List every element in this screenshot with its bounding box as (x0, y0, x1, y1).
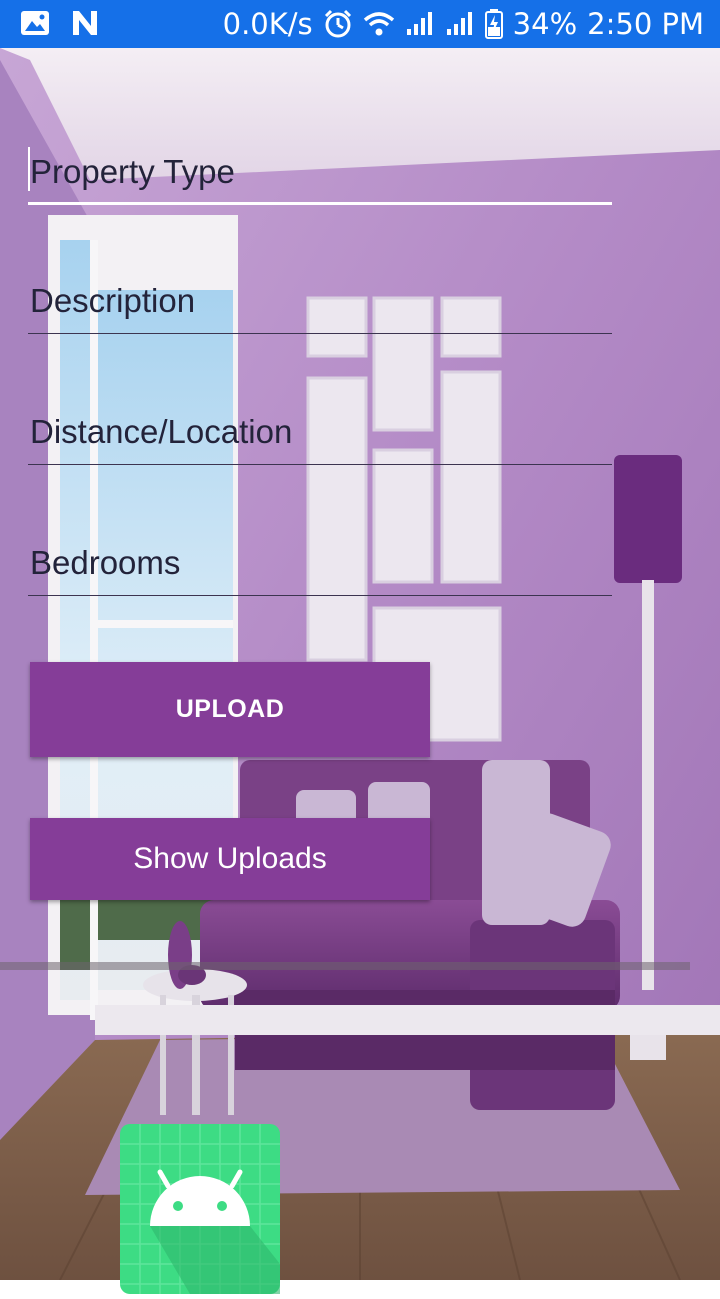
distance-location-underline (28, 464, 612, 465)
description-underline (28, 333, 612, 334)
property-type-field[interactable] (28, 143, 612, 205)
distance-location-field[interactable] (28, 403, 612, 465)
description-input[interactable] (28, 272, 612, 330)
battery-percentage: 34% (512, 7, 578, 41)
image-icon (20, 10, 50, 36)
network-speed: 0.0K/s (222, 7, 313, 41)
description-field[interactable] (28, 272, 612, 334)
wifi-icon (363, 11, 395, 37)
property-type-input[interactable] (28, 143, 612, 201)
status-bar: 0.0K/s 34% 2:50 PM (0, 0, 720, 48)
distance-location-input[interactable] (28, 403, 612, 461)
property-type-underline (28, 202, 612, 205)
show-uploads-button[interactable]: Show Uploads (30, 818, 430, 900)
n-notification-icon (70, 8, 100, 38)
signal-icon (445, 11, 475, 37)
alarm-icon (323, 9, 353, 39)
text-cursor (28, 147, 30, 191)
bedrooms-field[interactable] (28, 534, 612, 596)
android-app-icon[interactable] (120, 1124, 280, 1294)
bedrooms-underline (28, 595, 612, 596)
clock: 2:50 PM (587, 7, 704, 41)
signal-icon (405, 11, 435, 37)
upload-button[interactable]: UPLOAD (30, 662, 430, 757)
progress-divider (0, 962, 690, 970)
battery-icon (484, 9, 503, 39)
bedrooms-input[interactable] (28, 534, 612, 592)
